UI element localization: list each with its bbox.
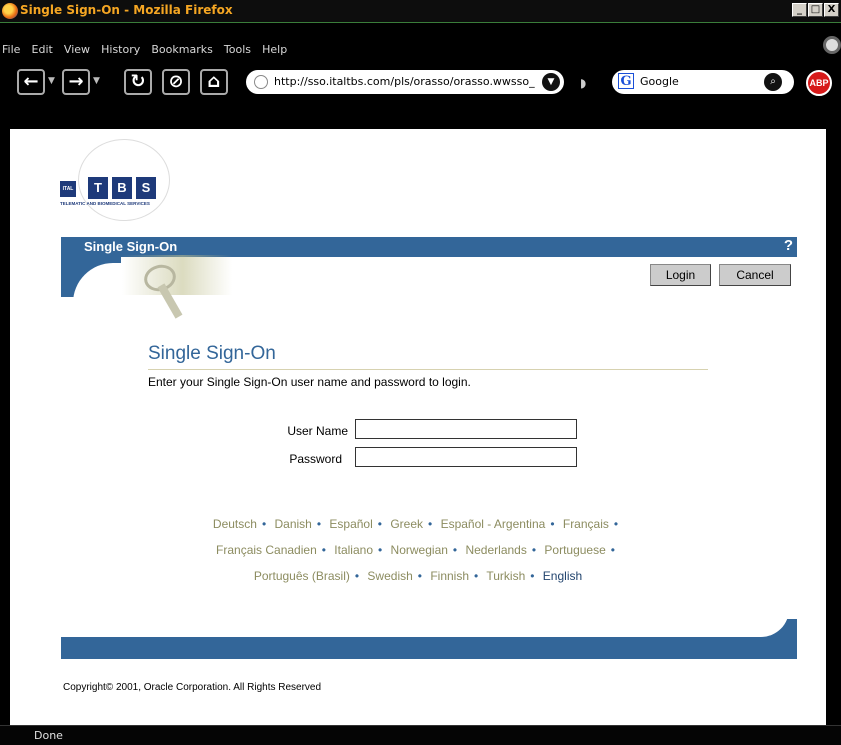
maximize-button[interactable]: □ — [808, 3, 823, 17]
logo-box-t: T — [88, 177, 108, 199]
forward-history-chevron-icon[interactable]: ▼ — [93, 76, 100, 86]
site-identity-icon[interactable] — [254, 75, 268, 89]
lang-current-english: English — [542, 569, 583, 583]
lang-link-francais-canadien[interactable]: Français Canadien — [216, 543, 317, 557]
status-bar: Done — [0, 725, 841, 745]
form-title: Single Sign-On — [148, 343, 276, 364]
activity-throbber-icon — [823, 36, 841, 54]
logo-box-s: S — [136, 177, 156, 199]
adblock-icon[interactable]: ABP — [806, 70, 832, 96]
menu-edit[interactable]: Edit — [32, 43, 53, 56]
window-controls: _ □ X — [792, 3, 839, 17]
lang-link-deutsch[interactable]: Deutsch — [213, 517, 257, 531]
lang-separator: • — [428, 517, 433, 531]
lang-link-norwegian[interactable]: Norwegian — [391, 543, 448, 557]
lang-separator: • — [474, 569, 479, 583]
login-instructions: Enter your Single Sign-On user name and … — [148, 375, 471, 389]
lang-separator: • — [550, 517, 555, 531]
language-row: Português (Brasil) • Swedish • Finnish • Tu… — [10, 569, 826, 583]
lang-link-espanol-argentina[interactable]: Español - Argentina — [441, 517, 546, 531]
logo-tagline: TELEMATIC AND BIOMEDICAL SERVICES — [60, 201, 150, 206]
menu-file[interactable]: File — [2, 43, 20, 56]
menu-view[interactable]: View — [64, 43, 90, 56]
lang-link-danish[interactable]: Danish — [275, 517, 312, 531]
banner-title: Single Sign-On — [84, 239, 178, 254]
lang-separator: • — [316, 517, 322, 531]
minimize-button[interactable]: _ — [792, 3, 807, 17]
back-icon[interactable]: ← — [17, 69, 45, 95]
search-icon[interactable]: ⌕ — [764, 73, 782, 91]
firefox-icon — [2, 3, 18, 19]
lang-separator: • — [530, 569, 535, 583]
banner-curve — [61, 257, 163, 323]
lang-link-portuguese[interactable]: Portuguese — [544, 543, 605, 557]
footer-bar — [61, 637, 797, 659]
stop-icon[interactable]: ⊘ — [162, 69, 190, 95]
sso-banner: Single Sign-On ? — [61, 237, 797, 257]
lang-link-francais[interactable]: Français — [563, 517, 609, 531]
menu-help[interactable]: Help — [262, 43, 287, 56]
password-input[interactable] — [355, 447, 577, 467]
lang-link-italiano[interactable]: Italiano — [334, 543, 373, 557]
lang-separator: • — [377, 517, 382, 531]
search-engine-icon[interactable]: G — [618, 73, 634, 89]
lang-link-nederlands[interactable]: Nederlands — [465, 543, 526, 557]
language-row: Français Canadien • Italiano • Norwegian • … — [10, 543, 826, 557]
username-label: User Name — [287, 424, 348, 438]
key-icon — [122, 255, 232, 325]
window-titlebar: Single Sign-On - Mozilla Firefox _ □ X — [0, 0, 841, 23]
go-icon[interactable]: ▼ — [542, 73, 560, 91]
lang-separator: • — [610, 543, 615, 557]
close-button[interactable]: X — [824, 3, 839, 17]
back-history-chevron-icon[interactable]: ▼ — [48, 76, 55, 86]
lang-separator: • — [261, 517, 267, 531]
lang-separator: • — [321, 543, 326, 557]
menu-history[interactable]: History — [101, 43, 140, 56]
help-icon[interactable]: ? — [784, 237, 793, 254]
lang-link-finnish[interactable]: Finnish — [430, 569, 469, 583]
search-input[interactable]: Google — [640, 75, 679, 88]
lang-link-greek[interactable]: Greek — [390, 517, 423, 531]
lang-link-swedish[interactable]: Swedish — [367, 569, 412, 583]
menu-bookmarks[interactable]: Bookmarks — [151, 43, 212, 56]
page-viewport: ITAL T B S TELEMATIC AND BIOMEDICAL SERV… — [10, 129, 826, 725]
menu-tools[interactable]: Tools — [224, 43, 251, 56]
search-bar[interactable]: G Google ⌕ — [612, 70, 794, 94]
lang-separator: • — [378, 543, 383, 557]
cancel-button[interactable]: Cancel — [719, 264, 791, 286]
status-text: Done — [34, 729, 63, 742]
lang-separator: • — [613, 517, 619, 531]
company-logo: ITAL T B S TELEMATIC AND BIOMEDICAL SERV… — [60, 139, 178, 221]
reload-icon[interactable]: ↻ — [124, 69, 152, 95]
lang-separator: • — [531, 543, 537, 557]
home-icon[interactable]: ⌂ — [200, 69, 228, 95]
lang-link-portugues-brasil[interactable]: Português (Brasil) — [254, 569, 350, 583]
lang-separator: • — [452, 543, 458, 557]
url-input[interactable]: http://sso.italtbs.com/pls/orasso/orasso… — [274, 75, 535, 88]
password-label: Password — [289, 452, 342, 466]
forward-icon[interactable]: → — [62, 69, 90, 95]
title-divider — [148, 369, 708, 370]
logo-ital-box: ITAL — [60, 181, 76, 197]
language-row: Deutsch • Danish • Español • Greek • Español… — [10, 517, 826, 531]
login-button[interactable]: Login — [650, 264, 711, 286]
url-bar[interactable]: http://sso.italtbs.com/pls/orasso/orasso… — [246, 70, 564, 94]
footer-curve — [727, 599, 797, 639]
lang-separator: • — [417, 569, 422, 583]
window-border — [826, 129, 841, 725]
copyright-text: Copyright© 2001, Oracle Corporation. All… — [63, 682, 322, 693]
logo-box-b: B — [112, 177, 132, 199]
lang-link-turkish[interactable]: Turkish — [486, 569, 525, 583]
username-input[interactable] — [355, 419, 577, 439]
feed-icon[interactable]: ◗ — [580, 76, 586, 90]
window-title: Single Sign-On - Mozilla Firefox — [20, 3, 233, 17]
lang-link-espanol[interactable]: Español — [329, 517, 372, 531]
menu-bar: File Edit View History Bookmarks Tools H… — [0, 36, 841, 56]
lang-separator: • — [354, 569, 360, 583]
